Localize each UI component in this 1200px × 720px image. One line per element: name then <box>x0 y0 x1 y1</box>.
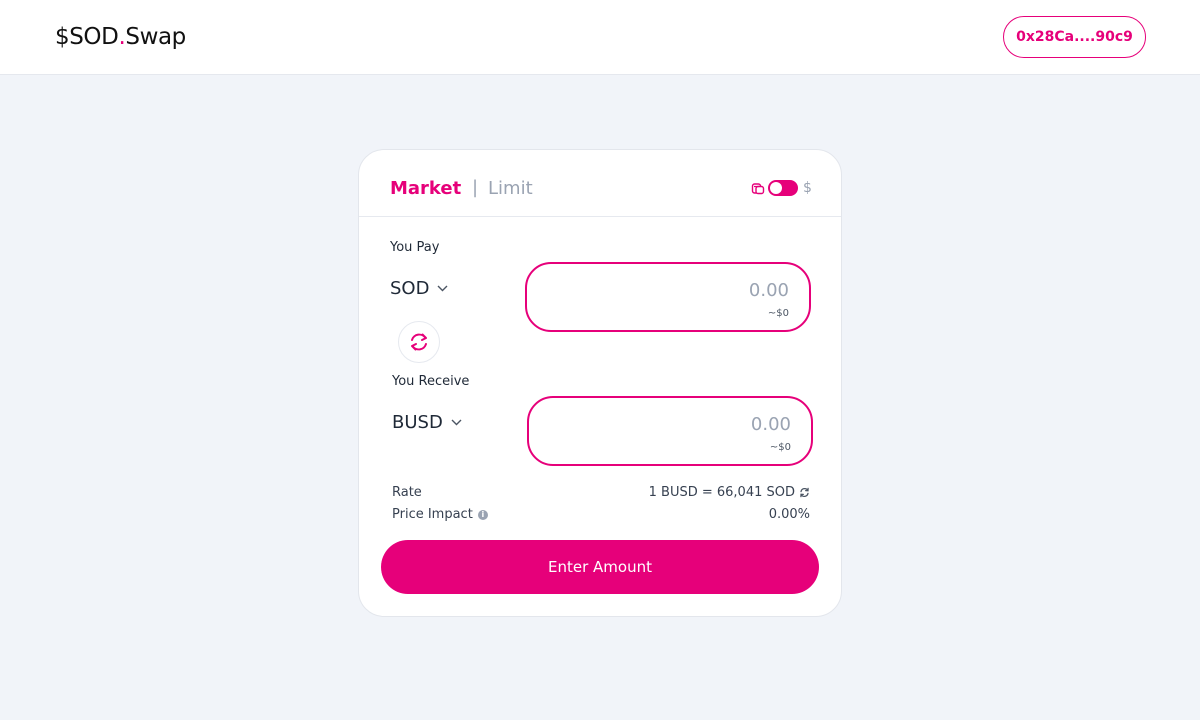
receive-usd-value: ~$0 <box>769 442 791 453</box>
rate-value-group: 1 BUSD = 66,041 SOD <box>649 485 810 500</box>
order-type-tabs: Market | Limit $ <box>359 150 841 217</box>
swap-direction-button[interactable] <box>398 321 440 363</box>
receive-amount-box: ~$0 <box>527 396 813 466</box>
receive-token-symbol: BUSD <box>392 412 443 433</box>
wallet-address-button[interactable]: 0x28Ca....90c9 <box>1003 16 1146 58</box>
rate-value: 1 BUSD = 66,041 SOD <box>648 485 795 500</box>
swap-arrows-icon <box>411 333 427 351</box>
currency-toggle[interactable] <box>768 180 798 196</box>
pay-usd-value: ~$0 <box>767 308 789 319</box>
chevron-down-icon <box>437 285 448 292</box>
tab-market[interactable]: Market <box>390 178 461 199</box>
receive-token-select[interactable]: BUSD <box>392 412 462 433</box>
coins-icon <box>751 183 765 195</box>
info-icon[interactable]: i <box>477 510 488 520</box>
price-impact-label: Price Impact <box>392 507 473 522</box>
tab-limit[interactable]: Limit <box>488 178 533 199</box>
refresh-icon[interactable] <box>799 487 810 498</box>
currency-toggle-group: $ <box>751 180 812 196</box>
dollar-label: $ <box>803 180 812 196</box>
toggle-knob <box>770 182 782 194</box>
pay-token-symbol: SOD <box>390 278 430 299</box>
rate-row: Rate 1 BUSD = 66,041 SOD <box>392 485 810 500</box>
enter-amount-button[interactable]: Enter Amount <box>381 540 819 594</box>
pay-amount-box: ~$0 <box>525 262 811 332</box>
price-impact-row: Price Impact i 0.00% <box>392 507 810 522</box>
you-receive-label: You Receive <box>392 374 470 389</box>
logo-suffix: Swap <box>125 24 186 50</box>
receive-amount-input[interactable] <box>571 414 791 435</box>
logo[interactable]: $SOD.Swap <box>55 24 186 50</box>
swap-card: Market | Limit $ You Pay SOD ~$0 <box>358 149 842 617</box>
logo-prefix: $SOD <box>55 24 119 50</box>
pay-amount-input[interactable] <box>569 280 789 301</box>
top-bar: $SOD.Swap 0x28Ca....90c9 <box>0 0 1200 75</box>
rate-label: Rate <box>392 485 422 500</box>
tab-separator: | <box>472 177 479 198</box>
pay-token-select[interactable]: SOD <box>390 278 448 299</box>
price-impact-value: 0.00% <box>768 507 810 522</box>
you-pay-label: You Pay <box>390 240 440 255</box>
chevron-down-icon <box>451 419 462 426</box>
